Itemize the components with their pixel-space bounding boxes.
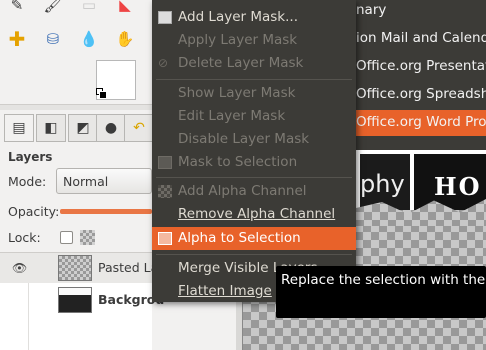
menu-separator xyxy=(156,254,352,255)
colormap-tab-icon[interactable]: ● xyxy=(96,114,126,142)
menu-item-label: Show Layer Mask xyxy=(178,85,296,101)
visibility-eye-icon[interactable]: 👁 xyxy=(12,261,27,275)
window-menu-item[interactable]: nary xyxy=(356,2,486,18)
alpha-selection-icon xyxy=(158,232,172,245)
menu-item-remove-alpha-channel[interactable]: Remove Alpha Channel xyxy=(152,203,356,226)
layer-list: 👁 Pasted La Backgrou xyxy=(0,252,164,350)
menu-item-label: Edit Layer Mask xyxy=(178,108,286,124)
dock-separator[interactable] xyxy=(0,104,152,110)
window-menu-item[interactable]: ion Mail and Calend xyxy=(356,30,486,46)
menu-item-label: Alpha to Selection xyxy=(178,230,301,246)
clone-icon[interactable]: ⛁ xyxy=(42,28,64,50)
mode-label: Mode: xyxy=(8,174,47,189)
menu-item-alpha-to-selection[interactable]: Alpha to Selection xyxy=(152,227,356,250)
menu-item-label: Mask to Selection xyxy=(178,154,298,170)
paths-tab-icon[interactable]: ◩ xyxy=(68,114,98,142)
menu-item-label: Apply Layer Mask xyxy=(178,32,298,48)
window-menu-item[interactable]: Office.org Spreadsh xyxy=(356,86,486,102)
channels-tab-icon[interactable]: ◧ xyxy=(36,114,66,142)
menu-item-apply-layer-mask[interactable]: Apply Layer Mask xyxy=(152,29,356,52)
layer-context-menu: Add Layer Mask... Apply Layer Mask ⊘ Del… xyxy=(152,0,356,302)
lock-pixels-checkbox[interactable] xyxy=(60,231,73,244)
lock-alpha-icon[interactable] xyxy=(80,230,95,245)
layer-thumbnail xyxy=(58,255,92,281)
layer-thumbnail xyxy=(58,287,92,313)
menu-item-label: Remove Alpha Channel xyxy=(178,206,336,222)
dock-tabs: ▤ ◧ ◩ ● ↶ xyxy=(0,112,154,144)
opacity-label: Opacity: xyxy=(8,204,60,219)
menu-item-add-layer-mask[interactable]: Add Layer Mask... xyxy=(152,6,356,29)
brush-icon[interactable]: 🖌 xyxy=(42,0,64,16)
tooltip: Replace the selection with the l xyxy=(276,266,486,318)
lock-label: Lock: xyxy=(8,230,41,245)
layers-panel-title: Layers xyxy=(8,150,53,164)
opacity-slider[interactable] xyxy=(60,209,152,214)
window-menu-item[interactable]: Office.org Presentat xyxy=(356,58,486,74)
layers-tab-icon[interactable]: ▤ xyxy=(4,114,34,142)
layer-row[interactable]: 👁 Pasted La xyxy=(0,253,158,283)
menu-item-label: Add Alpha Channel xyxy=(178,183,307,199)
menu-item-show-layer-mask[interactable]: Show Layer Mask xyxy=(152,82,356,105)
mode-select[interactable]: Normal xyxy=(56,168,152,194)
smudge-icon[interactable]: ✋ xyxy=(114,28,136,50)
menu-separator xyxy=(156,79,352,80)
pencil-icon[interactable]: ✎ xyxy=(6,0,28,16)
menu-item-delete-layer-mask[interactable]: ⊘ Delete Layer Mask xyxy=(152,52,356,75)
blur-icon[interactable]: 💧 xyxy=(78,28,100,50)
menu-separator xyxy=(156,177,352,178)
photo-text-left: phy xyxy=(360,154,410,210)
layer-row[interactable]: Backgrou xyxy=(0,285,164,315)
toolbox: ✎ 🖌 ▭ ◣ ✚ ⛁ 💧 ✋ ▤ ◧ ◩ ● ↶ Layers Mode: N… xyxy=(0,0,164,350)
photo-text-right: HO xyxy=(414,154,486,210)
menu-item-disable-layer-mask[interactable]: Disable Layer Mask xyxy=(152,128,356,151)
heal-icon[interactable]: ✚ xyxy=(6,27,28,51)
mask-selection-icon xyxy=(158,156,172,169)
layer-name: Pasted La xyxy=(98,260,159,275)
menu-item-label: Disable Layer Mask xyxy=(178,131,310,147)
menu-item-label: Flatten Image xyxy=(178,283,272,299)
menu-item-mask-to-selection[interactable]: Mask to Selection xyxy=(152,151,356,174)
menu-item-edit-layer-mask[interactable]: Edit Layer Mask xyxy=(152,105,356,128)
menu-item-label: Add Layer Mask... xyxy=(178,9,299,25)
alpha-channel-icon xyxy=(158,185,172,198)
airbrush-icon[interactable]: ◣ xyxy=(114,0,136,16)
window-menu-item[interactable]: Office.org Word Pro xyxy=(356,114,486,130)
layer-mask-icon xyxy=(158,11,172,24)
menu-item-label: Delete Layer Mask xyxy=(178,55,304,71)
default-colors-icon[interactable] xyxy=(96,88,108,100)
menu-item-add-alpha-channel[interactable]: Add Alpha Channel xyxy=(152,180,356,203)
eraser-icon[interactable]: ▭ xyxy=(78,0,100,16)
delete-icon: ⊘ xyxy=(158,56,169,70)
undo-tab-icon[interactable]: ↶ xyxy=(124,114,154,142)
